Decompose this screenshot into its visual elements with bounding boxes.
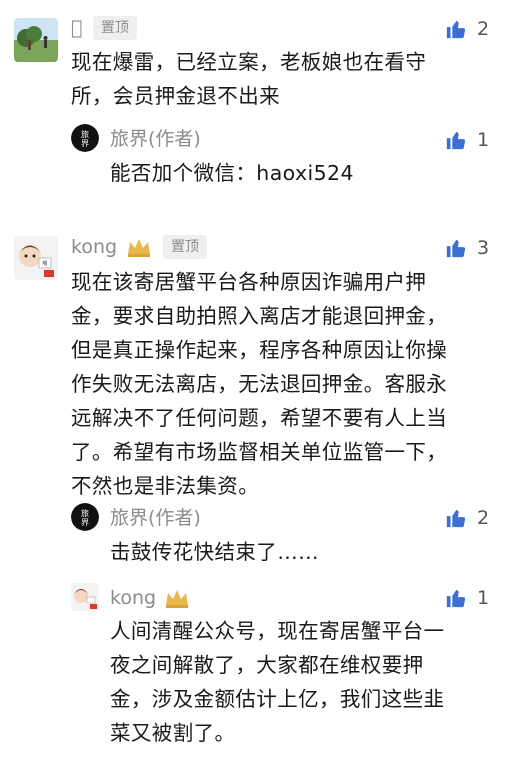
like-button[interactable]: 3: [445, 235, 489, 261]
like-button[interactable]: 1: [445, 585, 489, 611]
comment-list:   置顶 2 现在爆雷，已经立案，老板娘也在看守 所，会员押金退不出来 旅 界 …: [0, 0, 511, 764]
crown-icon: [166, 590, 188, 608]
reply-author-name[interactable]: 旅界(作者): [110, 506, 201, 530]
like-count: 1: [477, 129, 490, 151]
thumbs-up-icon: [446, 589, 466, 608]
thumbs-up-icon: [446, 131, 466, 150]
avatar[interactable]: 嗯: [14, 236, 58, 280]
thumbs-up-icon: [446, 239, 466, 258]
like-button[interactable]: 2: [445, 505, 489, 531]
thumbs-up-icon: [446, 20, 466, 39]
avatar[interactable]: [14, 18, 58, 62]
thumbs-up-icon: [446, 509, 466, 528]
reply-text: 击鼓传花快结束了……: [110, 540, 319, 564]
svg-text:界: 界: [81, 518, 89, 527]
svg-text:界: 界: [81, 139, 89, 148]
comment-text: 现在爆雷，已经立案，老板娘也在看守 所，会员押金退不出来: [71, 50, 427, 108]
svg-text:旅: 旅: [81, 129, 89, 139]
like-count: 1: [477, 587, 490, 609]
author-avatar[interactable]: 旅 界: [71, 503, 99, 531]
reply-author-name[interactable]: kong: [110, 586, 156, 610]
avatar[interactable]: [71, 583, 99, 611]
svg-text:嗯: 嗯: [42, 261, 47, 267]
comment-author-name[interactable]:  : [71, 16, 82, 40]
like-count: 2: [477, 507, 490, 529]
reply-text: 能否加个微信：haoxi524: [110, 161, 354, 185]
author-avatar[interactable]: 旅 界: [71, 124, 99, 152]
like-count: 3: [477, 237, 490, 259]
reply-text: 人间清醒公众号，现在寄居蟹平台一 夜之间解散了，大家都在维权要押 金，涉及金额估…: [110, 619, 445, 745]
like-count: 2: [477, 18, 490, 40]
crown-icon: [128, 239, 150, 257]
comment-author-name[interactable]: kong: [71, 235, 117, 259]
comment-text: 现在该寄居蟹平台各种原因诈骗用户押 金，要求自助拍照入离店才能退回押金， 但是真…: [71, 270, 448, 498]
pinned-badge: 置顶: [163, 235, 207, 259]
like-button[interactable]: 2: [445, 16, 489, 42]
reply-author-name[interactable]: 旅界(作者): [110, 127, 201, 151]
svg-text:旅: 旅: [81, 508, 89, 518]
like-button[interactable]: 1: [445, 127, 489, 153]
pinned-badge: 置顶: [93, 16, 137, 40]
